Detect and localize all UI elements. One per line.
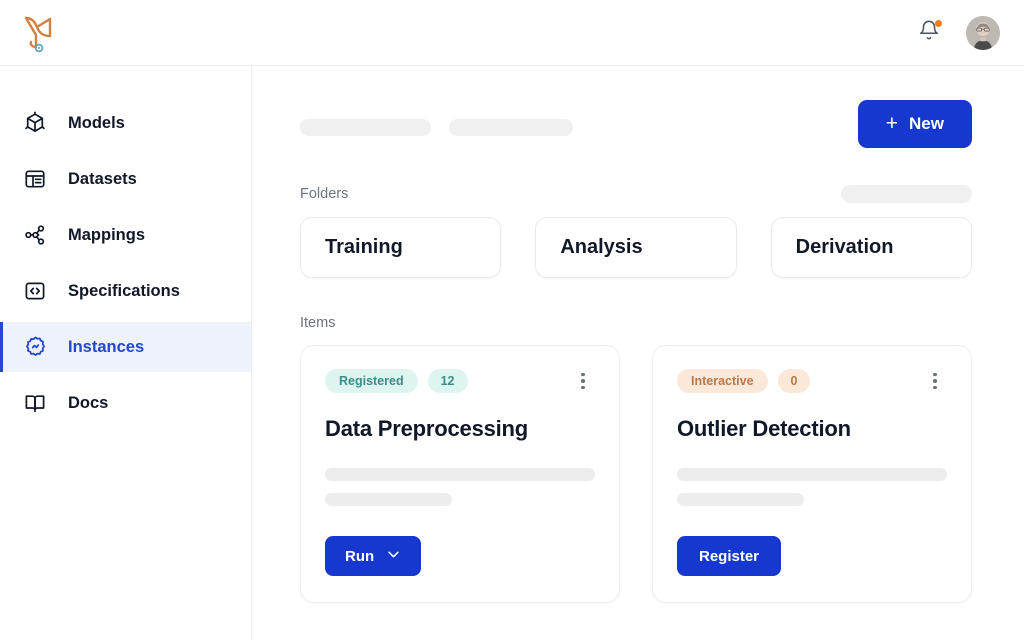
sidebar-item-label: Models [68, 113, 125, 132]
item-card[interactable]: Registered 12 Data Preprocessing Run [300, 345, 620, 603]
count-badge: 0 [777, 369, 811, 393]
more-vertical-icon[interactable] [571, 368, 595, 394]
sidebar-item-label: Instances [68, 337, 145, 356]
item-title: Outlier Detection [677, 416, 851, 441]
items-label: Items [300, 315, 336, 331]
sidebar-item-specifications[interactable]: Specifications [0, 266, 251, 316]
cube-icon [22, 110, 48, 136]
folders-section-header: Folders [300, 185, 972, 203]
item-title: Data Preprocessing [325, 416, 529, 441]
notifications-button[interactable] [914, 18, 944, 48]
folder-name: Analysis [560, 236, 643, 258]
skeleton-placeholder [449, 118, 573, 136]
top-bar [0, 0, 1024, 66]
sidebar-item-instances[interactable]: Instances [0, 322, 251, 372]
items-section-header: Items [300, 315, 972, 331]
header-skeletons [300, 113, 573, 136]
skeleton-placeholder [325, 493, 452, 506]
network-icon [22, 222, 48, 248]
sidebar-item-label: Mappings [68, 225, 145, 244]
more-vertical-icon[interactable] [923, 368, 947, 394]
card-badge-row: Interactive 0 [677, 368, 947, 394]
skeleton-placeholder [325, 468, 595, 481]
brand-logo[interactable] [14, 13, 56, 53]
app-root: Models Datasets Mappings Specifications … [0, 0, 1024, 640]
status-badge: Interactive [677, 369, 768, 393]
card-badge-row: Registered 12 [325, 368, 595, 394]
vexel-logo-icon [22, 13, 56, 53]
folders-label: Folders [300, 186, 349, 202]
body: Models Datasets Mappings Specifications … [0, 66, 1024, 640]
sidebar-item-mappings[interactable]: Mappings [0, 210, 251, 260]
new-button[interactable]: + New [857, 100, 972, 148]
gear-badge-icon [22, 334, 48, 360]
table-icon [22, 166, 48, 192]
folder-name: Derivation [795, 236, 894, 258]
item-card[interactable]: Interactive 0 Outlier Detection Register [652, 345, 972, 603]
sidebar-item-label: Datasets [68, 169, 137, 188]
sidebar-item-docs[interactable]: Docs [0, 378, 251, 428]
skeleton-placeholder [841, 185, 972, 203]
folder-card[interactable]: Derivation [770, 217, 972, 278]
register-button-label: Register [699, 547, 760, 565]
folders-list: Training Analysis Derivation [300, 217, 972, 278]
plus-icon: + [885, 111, 899, 135]
sidebar-item-label: Docs [68, 393, 109, 412]
book-icon [22, 390, 48, 416]
sidebar-item-label: Specifications [68, 281, 180, 300]
folder-name: Training [325, 236, 403, 258]
sidebar: Models Datasets Mappings Specifications … [0, 66, 252, 640]
register-button[interactable]: Register [677, 536, 782, 576]
run-button[interactable]: Run [325, 536, 422, 576]
code-icon [22, 278, 48, 304]
folder-card[interactable]: Analysis [535, 217, 737, 278]
skeleton-placeholder [677, 468, 947, 481]
skeleton-placeholder [300, 118, 431, 136]
notification-badge-dot [935, 19, 942, 27]
run-button-label: Run [345, 547, 375, 565]
items-list: Registered 12 Data Preprocessing Run Int… [300, 345, 972, 603]
folder-card[interactable]: Training [300, 217, 502, 278]
sidebar-item-models[interactable]: Models [0, 98, 251, 148]
sidebar-item-datasets[interactable]: Datasets [0, 154, 251, 204]
top-bar-actions [914, 15, 1000, 50]
chevron-down-icon [386, 547, 401, 566]
page-header-row: + New [300, 100, 972, 148]
status-badge: Registered [325, 369, 418, 393]
count-badge: 12 [427, 369, 468, 393]
avatar[interactable] [966, 15, 1000, 50]
main-content: + New Folders Training Analysis Derivati… [252, 66, 1024, 640]
new-button-label: New [909, 114, 944, 133]
skeleton-placeholder [677, 493, 804, 506]
